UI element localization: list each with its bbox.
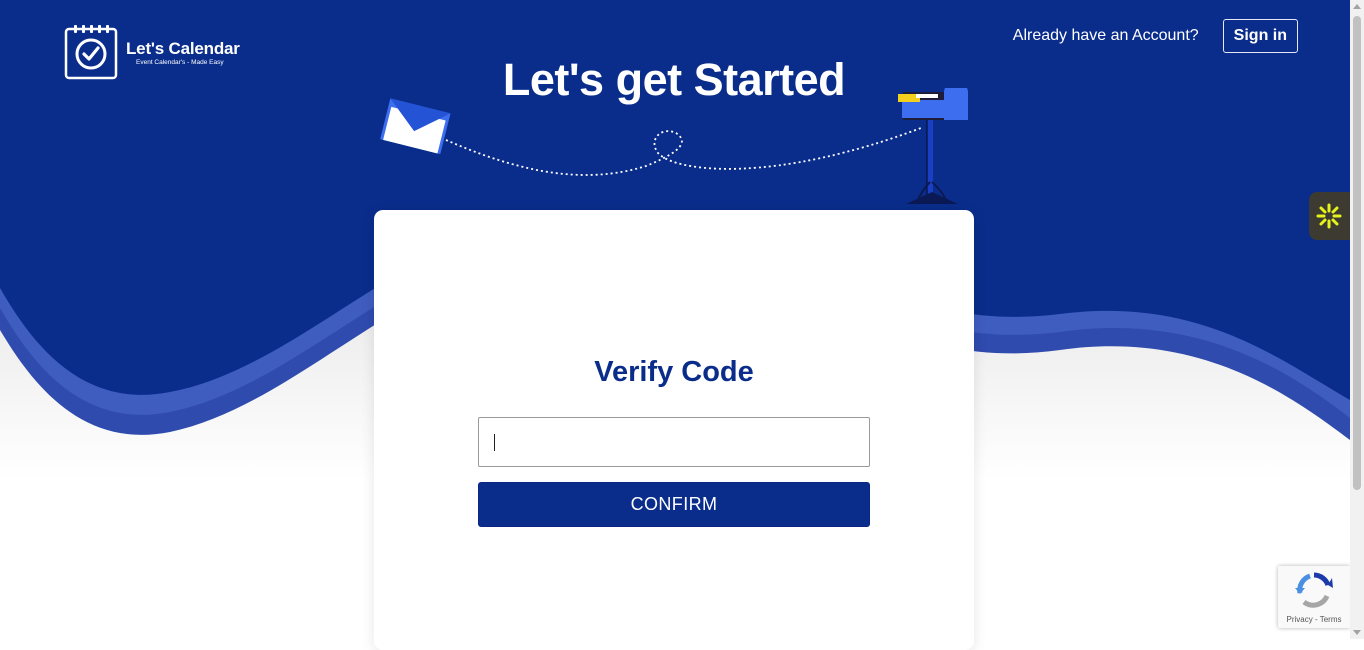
scrollbar-thumb[interactable] xyxy=(1353,16,1361,490)
confirm-button[interactable]: CONFIRM xyxy=(478,482,870,527)
envelope-icon xyxy=(380,98,451,155)
account-prompt: Already have an Account? xyxy=(1012,27,1199,44)
recaptcha-links[interactable]: Privacy - Terms xyxy=(1278,615,1350,624)
verify-card: Verify Code CONFIRM xyxy=(374,210,974,650)
mail-illustration xyxy=(380,88,968,205)
scroll-up-arrow-icon[interactable] xyxy=(1353,4,1361,9)
scroll-down-arrow-icon[interactable] xyxy=(1353,630,1361,635)
mailbox-icon xyxy=(898,88,968,205)
recaptcha-badge[interactable]: Privacy - Terms xyxy=(1278,566,1350,628)
recaptcha-icon xyxy=(1295,572,1333,608)
text-caret xyxy=(494,434,495,451)
header-actions: Already have an Account? Sign in xyxy=(1013,19,1298,53)
verify-title: Verify Code xyxy=(594,356,754,388)
asterisk-icon xyxy=(1316,203,1342,229)
signin-button[interactable]: Sign in xyxy=(1222,19,1298,53)
verification-code-input[interactable] xyxy=(478,417,870,467)
page-scrollbar[interactable] xyxy=(1350,0,1364,639)
side-widget-button[interactable] xyxy=(1309,192,1350,240)
